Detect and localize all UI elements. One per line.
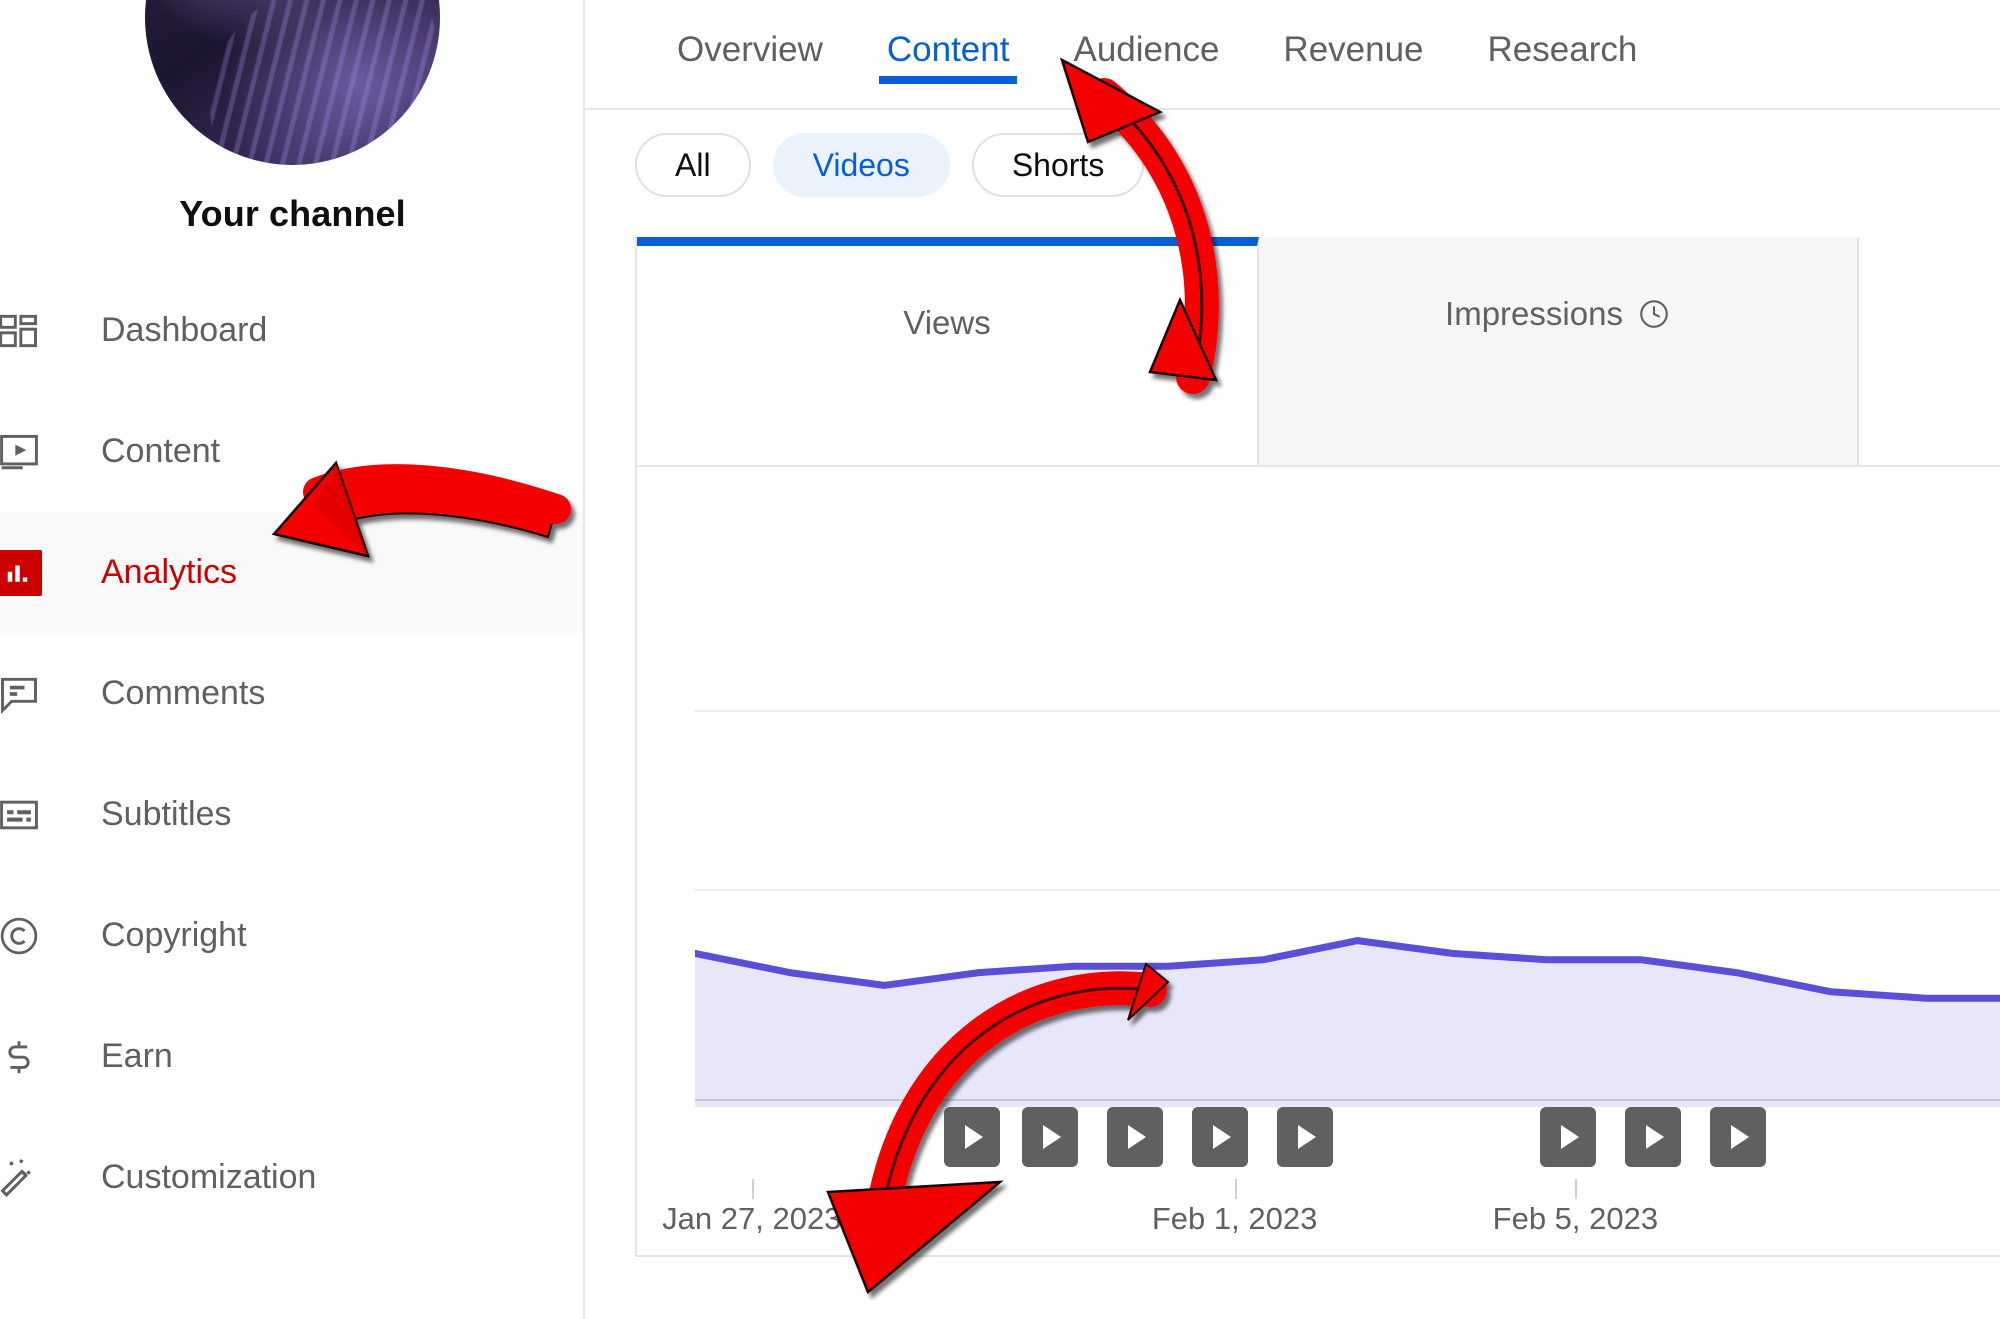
metric-tab-label: Views [903,304,991,341]
main-content: Overview Content Audience Revenue Resear… [585,0,2000,1319]
sidebar-item-subtitles[interactable]: Subtitles [0,754,583,875]
sidebar-item-customization[interactable]: Customization [0,1117,583,1238]
sidebar-item-dashboard[interactable]: Dashboard [0,270,583,391]
analytics-icon [0,544,48,602]
metric-tab-impressions[interactable]: Impressions [1259,237,1859,465]
x-tick-label: Jan 27, 2023 [662,1201,842,1236]
metric-card: Views Impressions Jan 27, 2023 Feb 1, 20… [635,237,2000,1257]
sidebar-item-label: Copyright [101,916,247,954]
channel-block[interactable]: Your channel [0,0,583,235]
video-marker[interactable] [1539,1107,1596,1167]
tab-content[interactable]: Content [855,0,1042,84]
sidebar-item-earn[interactable]: Earn [0,996,583,1117]
sidebar-item-content[interactable]: Content [0,391,583,512]
sidebar-item-analytics[interactable]: Analytics [0,512,583,633]
comments-icon [0,665,48,723]
chip-label: Videos [812,146,910,183]
sidebar-item-label: Subtitles [101,795,232,833]
views-line-series [695,937,2000,1107]
sidebar-item-label: Dashboard [101,311,268,349]
tab-label: Content [886,30,1010,69]
avatar-art-frond [184,0,440,165]
sidebar-item-copyright[interactable]: Copyright [0,875,583,996]
video-marker[interactable] [1710,1107,1767,1167]
video-marker[interactable] [1021,1107,1078,1167]
content-icon [0,423,48,481]
tab-audience[interactable]: Audience [1041,0,1251,70]
chip-shorts[interactable]: Shorts [971,133,1145,197]
sidebar: Your channel Dashboard Content Analytics… [0,0,585,1319]
video-marker[interactable] [943,1107,1000,1167]
copyright-icon [0,907,48,965]
x-tick-label: Feb 1, 2023 [1151,1201,1318,1236]
analytics-tabbar: Overview Content Audience Revenue Resear… [585,0,2000,110]
chart-x-axis-line [695,1099,2000,1101]
x-tick-label: Feb 5, 2023 [1492,1201,1659,1236]
dashboard-icon [0,302,48,360]
tab-overview[interactable]: Overview [645,0,855,70]
sidebar-item-label: Content [101,432,221,470]
tab-label: Revenue [1283,30,1424,69]
play-icon [1042,1125,1061,1149]
video-marker-strip [695,1107,2000,1179]
sidebar-item-label: Customization [101,1158,317,1196]
x-tick-mark [1234,1179,1237,1199]
clock-icon [1637,297,1671,331]
chart-x-ticks [695,1179,2000,1199]
chip-all[interactable]: All [635,133,751,197]
subtitles-icon [0,786,48,844]
earn-icon [0,1028,48,1086]
metric-tab-views[interactable]: Views [637,237,1259,465]
sidebar-item-label: Earn [101,1037,173,1075]
content-type-filter-chips: All Videos Shorts [585,110,2000,220]
play-icon [1213,1125,1231,1149]
play-icon [1298,1125,1317,1149]
chart-area: Jan 27, 2023 Feb 1, 2023 Feb 5, 2023 [637,467,2000,1257]
youtube-studio-analytics-page: Your channel Dashboard Content Analytics… [0,0,2000,1319]
video-marker[interactable] [1625,1107,1682,1167]
sidebar-item-label: Comments [101,674,266,712]
tab-label: Audience [1073,30,1220,69]
sidebar-item-comments[interactable]: Comments [0,633,583,754]
tab-revenue[interactable]: Revenue [1251,0,1455,70]
chip-label: Shorts [1011,146,1105,183]
chip-videos[interactable]: Videos [772,133,950,197]
play-icon [1127,1125,1146,1149]
tab-label: Overview [677,30,823,69]
chart-x-tick-labels: Jan 27, 2023 Feb 1, 2023 Feb 5, 2023 [662,1201,2000,1249]
chip-label: All [675,146,711,183]
metric-tab-strip: Views Impressions [637,237,2000,467]
play-icon [964,1125,983,1149]
customization-icon [0,1149,48,1207]
avatar[interactable] [145,0,440,165]
sidebar-nav: Dashboard Content Analytics Comments Sub… [0,270,583,1238]
video-marker[interactable] [1106,1107,1163,1167]
tab-research[interactable]: Research [1456,0,1670,70]
play-icon [1646,1125,1665,1149]
channel-name: Your channel [179,193,406,234]
x-tick-mark [751,1179,754,1199]
play-icon [1560,1125,1579,1149]
video-marker[interactable] [1277,1107,1334,1167]
x-tick-mark [1575,1179,1578,1199]
sidebar-item-label: Analytics [101,553,238,591]
video-marker[interactable] [1192,1107,1248,1167]
metric-tab-label: Impressions [1445,295,1623,332]
tab-label: Research [1487,30,1638,69]
play-icon [1731,1125,1750,1149]
